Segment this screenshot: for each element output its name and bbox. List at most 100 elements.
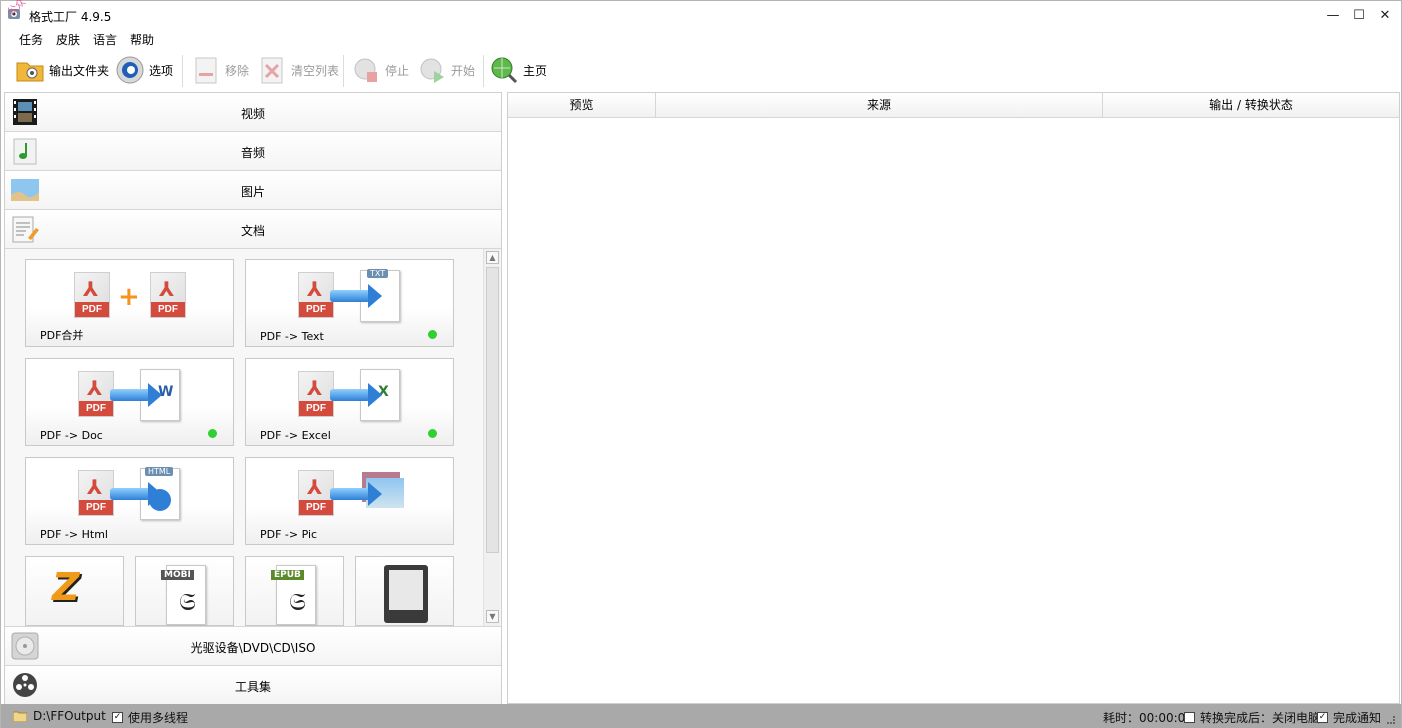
menu-help[interactable]: 帮助 bbox=[130, 31, 154, 48]
minimize-button[interactable]: — bbox=[1319, 1, 1347, 29]
remove-button[interactable]: 移除 bbox=[191, 53, 249, 87]
output-folder-label: 输出文件夹 bbox=[49, 63, 110, 78]
remove-label: 移除 bbox=[225, 63, 250, 78]
maximize-icon: ☐ bbox=[1353, 7, 1365, 23]
multithread-checkbox[interactable]: ✓ 使用多线程 bbox=[112, 709, 188, 726]
category-label: 文档 bbox=[240, 224, 265, 238]
category-label: 图片 bbox=[240, 185, 265, 199]
gear-icon bbox=[116, 56, 144, 84]
globe-search-icon bbox=[491, 57, 518, 84]
tile-label: PDF -> Text bbox=[260, 330, 324, 343]
epub-icon: EPUB 𝔖 bbox=[271, 565, 316, 625]
category-disc[interactable]: 光驱设备\DVD\CD\ISO bbox=[5, 627, 501, 666]
close-icon: ✕ bbox=[1379, 7, 1391, 23]
scroll-down-icon[interactable]: ▼ bbox=[486, 610, 499, 623]
category-label: 视频 bbox=[240, 107, 265, 121]
home-label: 主页 bbox=[523, 63, 548, 78]
start-button[interactable]: 开始 bbox=[417, 53, 475, 87]
tile-mobi[interactable]: MOBI 𝔖 bbox=[135, 556, 234, 626]
clear-list-label: 清空列表 bbox=[291, 63, 340, 78]
tile-pdf-to-html[interactable]: HTML ⅄ PDF PDF -> Html bbox=[25, 457, 234, 545]
folder-icon bbox=[16, 62, 44, 82]
category-video[interactable]: 视频 bbox=[5, 93, 501, 132]
maximize-button[interactable]: ☐ bbox=[1345, 1, 1373, 29]
pdf-icon: ⅄ PDF bbox=[78, 470, 114, 516]
pdf-icon: ⅄ PDF bbox=[298, 371, 334, 417]
ebook-reader-icon bbox=[384, 565, 428, 623]
clear-list-icon bbox=[261, 57, 283, 84]
checkbox-checked-icon: ✓ bbox=[1317, 712, 1328, 723]
tile-label: PDF -> Pic bbox=[260, 528, 318, 541]
checkbox-unchecked-icon bbox=[1184, 712, 1195, 723]
tile-label: PDF -> Excel bbox=[260, 429, 331, 442]
window-title: 格式工厂 4.9.5 bbox=[29, 10, 112, 24]
scroll-thumb[interactable] bbox=[486, 267, 499, 553]
menu-language[interactable]: 语言 bbox=[93, 31, 117, 48]
task-list-panel: 预览 来源 输出 / 转换状态 bbox=[507, 92, 1400, 704]
tile-pdf-to-text[interactable]: TXT ⅄ PDF PDF -> Text bbox=[245, 259, 454, 347]
category-picture[interactable]: 图片 bbox=[5, 171, 501, 210]
status-dot bbox=[428, 330, 437, 339]
play-icon bbox=[420, 58, 444, 83]
stop-button[interactable]: 停止 bbox=[351, 53, 409, 87]
column-header-preview[interactable]: 预览 bbox=[508, 93, 656, 118]
pdf-icon: ⅄ PDF bbox=[298, 470, 334, 516]
elapsed-time: 耗时：00:00:00 bbox=[1103, 711, 1193, 725]
menu-skin[interactable]: 皮肤 bbox=[56, 31, 80, 48]
notify-label: 完成通知 bbox=[1333, 711, 1382, 725]
zip-icon: Z bbox=[52, 565, 80, 609]
tile-pdf-to-excel[interactable]: X ⅄ PDF PDF -> Excel bbox=[245, 358, 454, 446]
category-document[interactable]: 文档 bbox=[5, 210, 501, 249]
document-scrollbar[interactable]: ▲ ▼ bbox=[483, 249, 500, 626]
category-label: 工具集 bbox=[234, 680, 271, 694]
category-label: 光驱设备\DVD\CD\ISO bbox=[190, 641, 316, 655]
options-button[interactable]: 选项 bbox=[115, 53, 173, 87]
minimize-icon: — bbox=[1326, 7, 1340, 23]
tile-pdf-to-pic[interactable]: ⅄ PDF PDF -> Pic bbox=[245, 457, 454, 545]
tile-zip[interactable]: Z bbox=[25, 556, 124, 626]
folder-icon bbox=[13, 711, 27, 722]
column-header-output-status[interactable]: 输出 / 转换状态 bbox=[1103, 93, 1399, 118]
menu-task[interactable]: 任务 bbox=[19, 31, 43, 48]
pdf-icon: ⅄ PDF bbox=[78, 371, 114, 417]
tile-pdf-to-doc[interactable]: W ⅄ PDF PDF -> Doc bbox=[25, 358, 234, 446]
tile-pdf-merge[interactable]: ⅄ PDF + ⅄ PDF PDF合并 bbox=[25, 259, 234, 347]
toolbar-separator bbox=[182, 55, 183, 87]
pdf-icon: ⅄ PDF bbox=[150, 272, 186, 318]
remove-icon bbox=[195, 57, 217, 84]
toolbar-separator bbox=[343, 55, 344, 87]
output-folder-button[interactable]: 输出文件夹 bbox=[15, 53, 109, 87]
category-label: 音频 bbox=[240, 146, 265, 160]
tile-ebook-reader[interactable] bbox=[355, 556, 454, 626]
plus-icon: + bbox=[118, 282, 140, 312]
tile-label: PDF合并 bbox=[40, 329, 84, 342]
toolbar-separator bbox=[483, 55, 484, 87]
scroll-up-icon[interactable]: ▲ bbox=[486, 251, 499, 264]
convert-arrow-icon bbox=[330, 482, 382, 506]
pdf-icon: ⅄ PDF bbox=[298, 272, 334, 318]
column-header-source[interactable]: 来源 bbox=[656, 93, 1103, 118]
tile-epub[interactable]: EPUB 𝔖 bbox=[245, 556, 344, 626]
checkbox-checked-icon: ✓ bbox=[112, 712, 123, 723]
tile-label: PDF -> Doc bbox=[40, 429, 103, 442]
close-button[interactable]: ✕ bbox=[1371, 1, 1399, 29]
shutdown-after-checkbox[interactable]: 转换完成后：关闭电脑 bbox=[1184, 709, 1320, 726]
menu-bar: 任务 皮肤 语言 帮助 bbox=[1, 29, 401, 49]
app-window: 格式工厂 4.9.5 公众号：软件分享 — ☐ ✕ 任务 皮肤 语言 帮助 输出… bbox=[0, 0, 1402, 728]
output-path: D:\FFOutput bbox=[33, 709, 106, 723]
resize-grip-icon[interactable] bbox=[1387, 716, 1395, 724]
convert-arrow-icon bbox=[110, 482, 162, 506]
options-label: 选项 bbox=[149, 63, 174, 78]
multithread-label: 使用多线程 bbox=[128, 711, 189, 725]
output-path-link[interactable]: D:\FFOutput bbox=[13, 709, 106, 723]
category-audio[interactable]: 音频 bbox=[5, 132, 501, 171]
home-button[interactable]: 主页 bbox=[489, 53, 547, 87]
document-tools-area: ⅄ PDF + ⅄ PDF PDF合并 TXT ⅄ PDF PDF -> Text W bbox=[5, 249, 501, 627]
status-dot bbox=[208, 429, 217, 438]
toolbar: 输出文件夹 选项 移除 清空列表 停止 开始 主页 bbox=[1, 51, 1401, 91]
clear-list-button[interactable]: 清空列表 bbox=[257, 53, 339, 87]
start-label: 开始 bbox=[451, 63, 476, 78]
notify-checkbox[interactable]: ✓ 完成通知 bbox=[1317, 709, 1381, 726]
category-tools[interactable]: 工具集 bbox=[5, 666, 501, 705]
pdf-icon: ⅄ PDF bbox=[74, 272, 110, 318]
